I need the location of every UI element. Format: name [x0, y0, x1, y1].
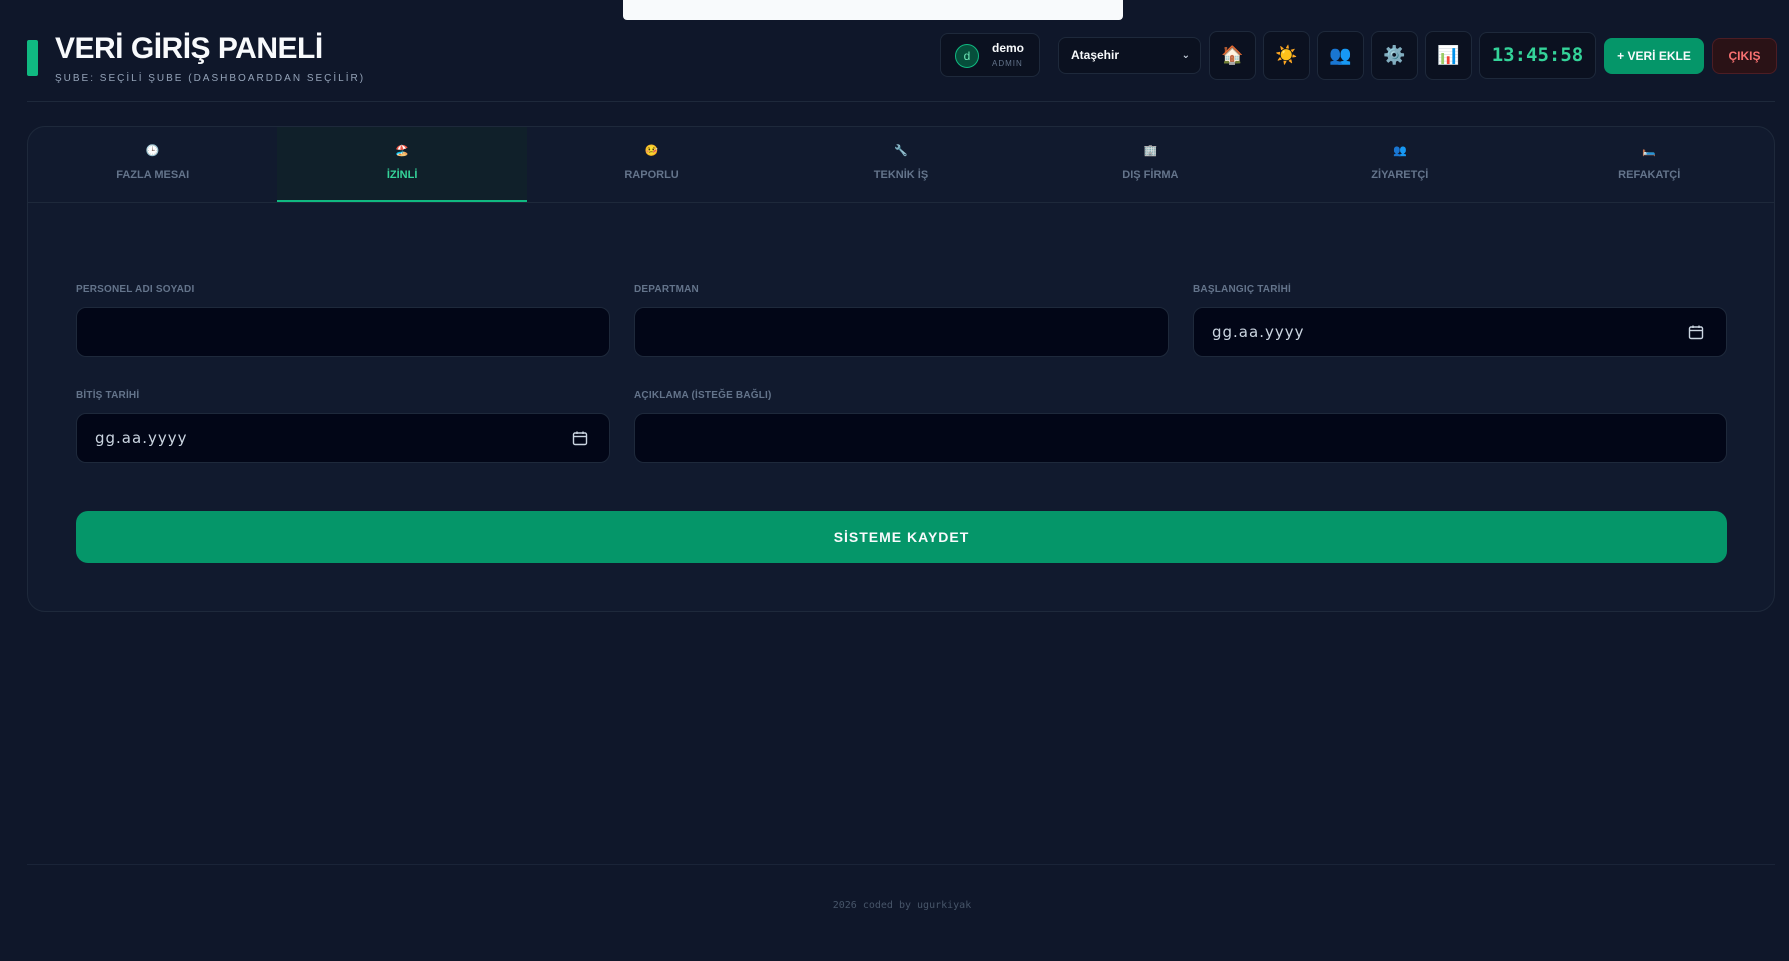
- settings-button[interactable]: ⚙️: [1371, 31, 1418, 80]
- user-role: ADMIN: [992, 59, 1023, 68]
- tab-label: FAZLA MESAI: [116, 169, 190, 181]
- user-badge[interactable]: d demo ADMIN: [940, 33, 1040, 77]
- tab-teknik-is[interactable]: 🔧 TEKNİK İŞ: [776, 127, 1025, 202]
- tab-label: İZİNLİ: [386, 169, 418, 181]
- tab-fazla-mesai[interactable]: 🕒 FAZLA MESAI: [28, 127, 277, 202]
- end-date-input[interactable]: [76, 413, 610, 463]
- reports-button[interactable]: 📊: [1425, 31, 1472, 80]
- tab-label: TEKNİK İŞ: [873, 169, 929, 181]
- page-header: VERİ GİRİŞ PANELİ ŞUBE: SEÇİLİ ŞUBE (DAS…: [27, 30, 1777, 102]
- category-tabs: 🕒 FAZLA MESAI 🏖️ İZİNLİ 🤒 RAPORLU 🔧 TEKN…: [28, 127, 1774, 203]
- description-label: AÇIKLAMA (İSTEĞE BAĞLI): [634, 390, 772, 401]
- bed-icon: 🛏️: [1642, 145, 1657, 157]
- beach-icon: 🏖️: [395, 145, 409, 157]
- personnel-label: PERSONEL ADI SOYADI: [76, 284, 195, 295]
- tab-izinli[interactable]: 🏖️ İZİNLİ: [277, 127, 527, 202]
- home-button[interactable]: 🏠: [1209, 31, 1256, 80]
- sick-face-icon: 🤒: [644, 145, 659, 157]
- add-data-button[interactable]: + VERİ EKLE: [1604, 38, 1704, 74]
- personnel-name-input[interactable]: [76, 307, 610, 357]
- sun-icon: ☀️: [1275, 45, 1298, 65]
- office-building-icon: 🏢: [1143, 145, 1158, 157]
- footer-credit: 2026 coded by ugurkiyak: [832, 900, 972, 911]
- clock-icon: 🕒: [145, 145, 160, 157]
- wrench-icon: 🔧: [894, 145, 908, 157]
- avatar: d: [955, 44, 979, 68]
- chevron-down-icon: ⌄: [1181, 50, 1190, 61]
- chart-icon: 📊: [1437, 45, 1460, 65]
- department-input[interactable]: [634, 307, 1169, 357]
- branch-select[interactable]: Ataşehir ⌄: [1058, 37, 1201, 74]
- tab-refakatci[interactable]: 🛏️ REFAKATÇİ: [1525, 127, 1774, 202]
- calendar-icon[interactable]: [572, 430, 588, 446]
- gear-icon: ⚙️: [1383, 45, 1406, 65]
- end-date-label: BİTİŞ TARİHİ: [76, 390, 140, 401]
- save-button[interactable]: SİSTEME KAYDET: [76, 511, 1727, 563]
- start-date-label: BAŞLANGIÇ TARİHİ: [1193, 284, 1292, 295]
- tab-ziyaretci[interactable]: 👥 ZİYARETÇİ: [1275, 127, 1524, 202]
- entry-card: 🕒 FAZLA MESAI 🏖️ İZİNLİ 🤒 RAPORLU 🔧 TEKN…: [27, 126, 1775, 612]
- theme-toggle-button[interactable]: ☀️: [1263, 31, 1310, 80]
- logout-button[interactable]: ÇIKIŞ: [1712, 38, 1777, 74]
- start-date-input[interactable]: [1193, 307, 1727, 357]
- tab-label: DIŞ FİRMA: [1122, 169, 1179, 181]
- users-button[interactable]: 👥: [1317, 31, 1364, 80]
- visitors-icon: 👥: [1392, 145, 1407, 157]
- top-overlay-strip: [623, 0, 1123, 20]
- brand-accent-bar: [27, 40, 38, 76]
- tab-label: ZİYARETÇİ: [1371, 169, 1429, 181]
- department-label: DEPARTMAN: [634, 284, 699, 295]
- tab-label: REFAKATÇİ: [1618, 169, 1681, 181]
- home-icon: 🏠: [1221, 45, 1244, 65]
- page-title: VERİ GİRİŞ PANELİ: [55, 32, 323, 65]
- footer-divider: [27, 864, 1775, 865]
- clock-display: 13:45:58: [1479, 32, 1596, 79]
- description-input[interactable]: [634, 413, 1727, 463]
- calendar-icon[interactable]: [1688, 324, 1704, 340]
- tab-label: RAPORLU: [624, 169, 679, 181]
- page-subtitle: ŞUBE: SEÇİLİ ŞUBE (DASHBOARDDAN SEÇİLİR): [55, 73, 366, 84]
- branch-select-value: Ataşehir: [1071, 48, 1120, 62]
- user-name: demo: [992, 41, 1025, 55]
- tab-dis-firma[interactable]: 🏢 DIŞ FİRMA: [1026, 127, 1275, 202]
- users-icon: 👥: [1329, 45, 1352, 65]
- tab-raporlu[interactable]: 🤒 RAPORLU: [527, 127, 776, 202]
